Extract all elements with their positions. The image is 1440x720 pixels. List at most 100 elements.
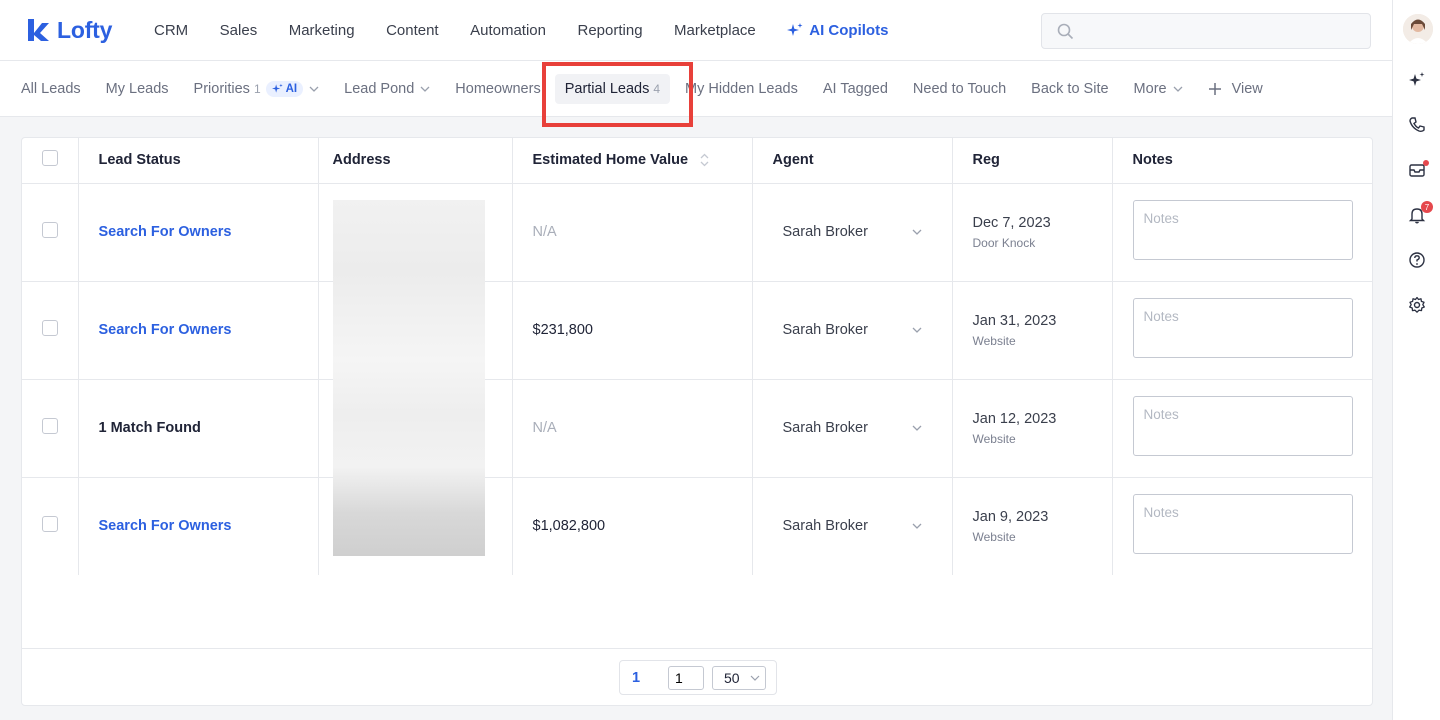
tab-priorities-label: Priorities (193, 80, 250, 97)
ai-sparkle-icon[interactable] (1407, 70, 1427, 90)
top-navigation: Lofty CRM Sales Marketing Content Automa… (0, 0, 1392, 61)
agent-select[interactable]: Sarah Broker (783, 322, 923, 338)
nav-marketing[interactable]: Marketing (289, 22, 355, 39)
pagination: 1 50 (619, 660, 777, 695)
brand-logo[interactable]: Lofty (26, 17, 154, 44)
user-avatar[interactable] (1403, 14, 1433, 44)
notes-field[interactable] (1132, 396, 1353, 456)
nav-reporting[interactable]: Reporting (578, 22, 643, 39)
home-value: N/A (532, 420, 557, 436)
sparkle-icon (787, 23, 803, 36)
lofty-logo-icon (28, 19, 49, 41)
nav-sales[interactable]: Sales (220, 22, 258, 39)
avatar-image (1403, 14, 1433, 44)
chevron-down-icon (912, 327, 921, 333)
nav-marketplace[interactable]: Marketplace (674, 22, 756, 39)
leads-table: Lead Status Address Estimated Home Value… (22, 138, 1372, 575)
table-row: Search For Owners N/A Sarah Broker Dec 7… (22, 183, 1372, 282)
sort-icon[interactable] (700, 153, 709, 167)
page-jump-input[interactable] (668, 665, 704, 690)
row-checkbox[interactable] (42, 516, 58, 533)
notes-field[interactable] (1132, 200, 1353, 260)
tab-lead-pond-label: Lead Pond (344, 80, 415, 97)
add-view-label: View (1231, 80, 1263, 97)
nav-automation[interactable]: Automation (470, 22, 546, 39)
header-reg: Reg (952, 138, 1113, 184)
current-page-button[interactable]: 1 (632, 670, 668, 686)
main-nav: CRM Sales Marketing Content Automation R… (154, 22, 920, 39)
search-icon (1057, 23, 1074, 39)
tab-lead-pond[interactable]: Lead Pond (344, 81, 430, 97)
agent-select[interactable]: Sarah Broker (783, 224, 923, 240)
tab-partial-leads-label: Partial Leads (564, 80, 650, 97)
row-checkbox[interactable] (42, 222, 58, 238)
page-size-select[interactable]: 50 (712, 665, 766, 690)
tab-partial-leads[interactable]: Partial Leads 4 (541, 61, 694, 127)
help-icon[interactable] (1407, 250, 1427, 270)
notes-field[interactable] (1132, 298, 1353, 358)
sparkle-icon (271, 83, 283, 93)
nav-content[interactable]: Content (386, 22, 439, 39)
header-agent: Agent (752, 138, 953, 184)
tab-ai-tagged[interactable]: AI Tagged (823, 81, 888, 97)
add-view-button[interactable]: View (1208, 81, 1263, 97)
row-checkbox[interactable] (42, 418, 58, 434)
reg-date: Jan 31, 2023 (972, 312, 1057, 329)
tab-need-to-touch[interactable]: Need to Touch (913, 81, 1006, 97)
chevron-down-icon (750, 675, 760, 681)
home-value: $231,800 (532, 322, 593, 338)
lead-status-link[interactable]: Search For Owners (99, 322, 232, 338)
right-rail: 7 (1392, 0, 1440, 720)
chevron-down-icon (1173, 86, 1183, 92)
chevron-down-icon (420, 86, 430, 92)
redacted-address-blur (333, 200, 485, 556)
settings-gear-icon[interactable] (1407, 295, 1427, 315)
reg-date: Dec 7, 2023 (972, 214, 1051, 231)
agent-name: Sarah Broker (782, 322, 868, 338)
notes-field[interactable] (1132, 494, 1353, 555)
ai-pill: AI (265, 80, 304, 97)
lead-status-text: 1 Match Found (98, 420, 201, 436)
reg-date: Jan 9, 2023 (972, 508, 1049, 525)
reg-source: Website (972, 333, 1016, 348)
agent-select[interactable]: Sarah Broker (783, 420, 923, 436)
home-value: $1,082,800 (532, 518, 606, 535)
tab-more[interactable]: More (1134, 81, 1183, 97)
tab-back-to-site[interactable]: Back to Site (1031, 81, 1108, 97)
global-search[interactable] (1041, 13, 1371, 49)
chevron-down-icon (912, 229, 921, 235)
header-lead-status: Lead Status (78, 138, 319, 184)
ai-pill-label: AI (285, 82, 298, 95)
header-home-value-label: Estimated Home Value (532, 152, 689, 169)
nav-crm[interactable]: CRM (154, 22, 188, 39)
header-estimated-home-value[interactable]: Estimated Home Value (512, 138, 753, 184)
agent-select[interactable]: Sarah Broker (783, 518, 923, 534)
tab-priorities[interactable]: Priorities 1 AI (193, 80, 320, 97)
lead-status-link[interactable]: Search For Owners (99, 224, 232, 240)
row-checkbox[interactable] (42, 320, 58, 336)
page-size-value: 50 (724, 669, 740, 686)
nav-ai-copilots-label: AI Copilots (809, 21, 889, 39)
chevron-down-icon (912, 425, 921, 431)
nav-ai-copilots[interactable]: AI Copilots (787, 22, 888, 39)
tab-my-leads[interactable]: My Leads (106, 81, 169, 97)
bell-icon[interactable]: 7 (1407, 201, 1433, 225)
plus-icon (1208, 82, 1221, 95)
select-all-checkbox[interactable] (42, 150, 58, 167)
tab-all-leads[interactable]: All Leads (21, 81, 81, 97)
tab-homeowners[interactable]: Homeowners (455, 81, 540, 97)
table-row: 1 Match Found N/A Sarah Broker Jan 12, 2… (22, 379, 1372, 478)
reg-source: Website (972, 529, 1016, 544)
search-input[interactable] (1084, 23, 1364, 39)
phone-icon[interactable] (1407, 115, 1427, 135)
inbox-icon[interactable] (1407, 160, 1429, 180)
lead-status-link[interactable]: Search For Owners (99, 518, 232, 534)
header-address: Address (318, 138, 513, 184)
inbox-unread-dot (1423, 160, 1429, 166)
table-row: Search For Owners $231,800 Sarah Broker … (22, 281, 1372, 380)
agent-name: Sarah Broker (782, 420, 868, 436)
reg-source: Website (972, 431, 1016, 446)
pagination-bar: 1 50 (22, 648, 1372, 705)
chevron-down-icon (309, 86, 319, 92)
tab-my-hidden-leads[interactable]: My Hidden Leads (685, 81, 798, 97)
